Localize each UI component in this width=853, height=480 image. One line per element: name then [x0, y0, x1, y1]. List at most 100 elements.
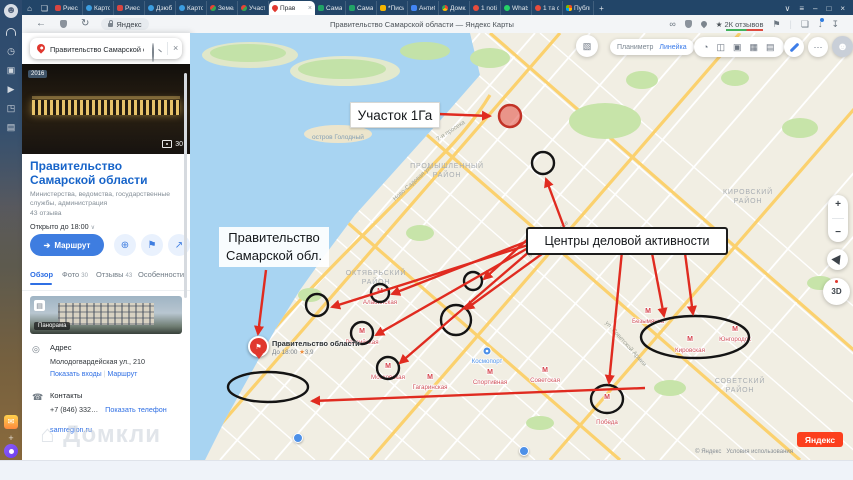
collapse-tray-icon[interactable]: ↧	[831, 19, 839, 30]
ruler-option[interactable]: Линейка	[659, 44, 686, 51]
yandex-logo-badge[interactable]: Яндекс	[797, 432, 843, 447]
side-panel-icon[interactable]: ❏	[801, 19, 809, 30]
tabs-panel-icon[interactable]: ▣	[4, 63, 18, 77]
maximize-button[interactable]: □	[826, 4, 831, 13]
new-tab-button[interactable]: +	[594, 4, 609, 15]
ruler-button[interactable]	[784, 37, 804, 57]
copy-link-icon[interactable]: ∞	[669, 19, 675, 29]
place-photo[interactable]: 2016 30	[22, 64, 190, 154]
close-button[interactable]: ×	[840, 4, 845, 13]
poi-dot[interactable]	[519, 446, 529, 456]
share-icon: ↗	[174, 239, 184, 251]
layers-button[interactable]: ▧	[576, 35, 598, 57]
browser-tab[interactable]: 1 notif	[470, 1, 501, 15]
map-canvas[interactable]: остров Голодный Ново-Садовая ул. Московс…	[190, 33, 853, 460]
place-pin-label[interactable]: Правительство области	[272, 339, 360, 348]
show-phone-link[interactable]: Показать телефон	[105, 405, 167, 414]
tab-reviews[interactable]: Отзывы 43	[96, 270, 132, 279]
panoramas-icon[interactable]: ▤	[766, 42, 775, 53]
boards-icon[interactable]: ▤	[4, 120, 18, 134]
browser-tab[interactable]: Риес	[114, 1, 145, 15]
player-play-icon[interactable]: ▶	[4, 82, 18, 96]
traffic-icon[interactable]: ◔	[703, 42, 708, 52]
bookmark-button[interactable]: ⚑	[141, 234, 163, 256]
tab-label: 1 та сх	[543, 4, 559, 12]
opening-hours[interactable]: Открыто до 18:00 ∨	[30, 222, 95, 231]
cameras-icon[interactable]: ▣	[733, 42, 742, 53]
route-link[interactable]: Маршрут	[107, 371, 137, 378]
search-input[interactable]: Правительство Самарской обл	[50, 45, 144, 54]
profile-avatar-icon[interactable]: ☻	[4, 4, 18, 18]
zoom-in-button[interactable]: +	[835, 199, 841, 210]
bookmark-flag-icon[interactable]: ⚑	[772, 19, 780, 30]
browser-tab[interactable]: Дзюб	[145, 1, 176, 15]
browser-tab[interactable]: Самар	[315, 1, 346, 15]
location-pin-icon[interactable]	[699, 19, 709, 29]
svg-text:М: М	[687, 336, 693, 343]
history-clock-icon[interactable]: ◷	[4, 44, 18, 58]
user-avatar[interactable]: ☻	[832, 36, 853, 57]
browser-tab[interactable]: Самар	[346, 1, 377, 15]
browser-tab[interactable]: Whats	[501, 1, 532, 15]
protect-shield-icon[interactable]	[60, 20, 67, 28]
browser-tab[interactable]: Участ	[238, 1, 269, 15]
add-service-icon[interactable]: +	[4, 431, 18, 445]
locate-me-button[interactable]	[827, 249, 848, 270]
browser-tab[interactable]: Домкл	[439, 1, 470, 15]
transit-icon[interactable]: ▦	[749, 42, 758, 53]
alice-assistant-icon[interactable]	[4, 444, 18, 458]
terms-link[interactable]: Условия использования	[726, 449, 793, 455]
tab-label: Прав	[280, 4, 296, 12]
search-clear-icon[interactable]: ×	[173, 43, 178, 53]
more-tools-button[interactable]: ⋯	[808, 37, 828, 57]
browser-tab[interactable]: *Письм	[377, 1, 408, 15]
panorama-thumbnail[interactable]: ▤ Панорама	[30, 296, 182, 334]
show-entrances-link[interactable]: Показать входы	[50, 371, 102, 378]
browser-tab[interactable]: Публич	[563, 1, 594, 15]
planimeter-option[interactable]: Планиметр	[617, 44, 653, 51]
search-bar[interactable]: Правительство Самарской обл ×	[30, 38, 182, 62]
browser-tab[interactable]: АнтиО	[408, 1, 439, 15]
svg-text:М: М	[732, 326, 738, 333]
tab-close-icon[interactable]: ×	[308, 5, 312, 12]
browser-tab[interactable]: 1 та сх	[532, 1, 563, 15]
browser-tab[interactable]: Риес	[52, 1, 83, 15]
poi-dot[interactable]	[293, 433, 303, 443]
tab-overview[interactable]: Обзор	[30, 270, 53, 279]
back-icon[interactable]: ←	[36, 19, 46, 29]
browser-tab-active[interactable]: Прав ×	[269, 1, 315, 15]
svg-text:М: М	[385, 363, 391, 370]
browser-tab[interactable]: Карто	[176, 1, 207, 15]
search-icon[interactable]	[152, 43, 154, 62]
screenshot-icon[interactable]: ◳	[4, 101, 18, 115]
website-globe-button[interactable]: ⊕	[114, 234, 136, 256]
refresh-icon[interactable]: ↻	[81, 19, 89, 29]
yandex-mail-icon[interactable]: ✉	[4, 415, 18, 429]
photo-count-badge[interactable]: 30	[162, 140, 183, 148]
browser-tab[interactable]: Земел	[207, 1, 238, 15]
home-icon[interactable]: ⌂	[22, 4, 37, 15]
panel-scrollbar[interactable]	[184, 73, 187, 298]
address-bar[interactable]: Яндекс	[101, 18, 149, 30]
zoom-out-button[interactable]: −	[835, 227, 841, 238]
compass-3d-button[interactable]: 3D	[823, 278, 850, 305]
route-button[interactable]: ➔ Маршрут	[30, 234, 104, 256]
minimize-button[interactable]: –	[813, 4, 817, 13]
reviews-badge[interactable]: ★ 2К отзывов	[716, 20, 764, 31]
chevron-down-icon: ∨	[90, 225, 95, 231]
reviews-count-label[interactable]: 43 отзыва	[30, 210, 62, 217]
browser-tab[interactable]: Карто	[83, 1, 114, 15]
menu-icon[interactable]: ≡	[799, 4, 804, 13]
tab-features[interactable]: Особенности	[138, 270, 186, 279]
notifications-bell-icon[interactable]	[4, 25, 18, 39]
transport-people-icon[interactable]: ◫	[716, 42, 725, 53]
site-protect-icon[interactable]	[684, 20, 692, 28]
tab-groups-icon[interactable]: ❏	[37, 4, 52, 15]
tab-search-icon[interactable]: ∨	[785, 4, 791, 13]
active-tab-underline	[30, 283, 52, 285]
downloads-icon[interactable]: ↓	[818, 18, 824, 29]
panorama-icon: ▤	[34, 300, 45, 311]
tab-label: Whats	[512, 4, 528, 12]
place-pin[interactable]: ⚑	[248, 336, 269, 359]
tab-photos[interactable]: Фото 30	[62, 270, 88, 279]
